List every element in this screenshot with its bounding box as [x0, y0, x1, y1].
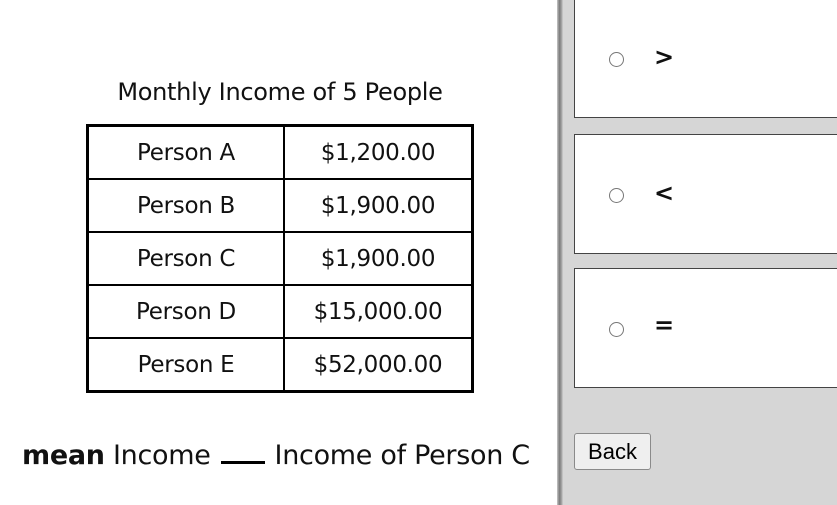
person-name: Person D [86, 284, 285, 339]
radio-button[interactable] [609, 188, 624, 203]
income-value: $52,000.00 [283, 337, 474, 393]
comparison-prompt: mean Income Income of Person C [22, 440, 530, 471]
table-row: Person E $52,000.00 [86, 337, 474, 393]
table-row: Person A $1,200.00 [86, 124, 474, 180]
option-symbol: > [654, 43, 675, 71]
answer-pane: > < = Back [563, 0, 837, 505]
person-name: Person C [86, 231, 285, 286]
table-row: Person B $1,900.00 [86, 178, 474, 233]
income-value: $1,200.00 [283, 124, 474, 180]
answer-option-less[interactable]: < [574, 134, 837, 254]
back-button[interactable]: Back [574, 433, 651, 470]
person-name: Person B [86, 178, 285, 233]
prompt-bold-word: mean [22, 440, 105, 471]
prompt-right-text: Income of Person C [274, 440, 531, 471]
income-table: Person A $1,200.00 Person B $1,900.00 Pe… [86, 124, 474, 393]
option-symbol: = [654, 311, 675, 339]
income-value: $15,000.00 [283, 284, 474, 339]
table-title: Monthly Income of 5 People [117, 78, 443, 106]
person-name: Person E [86, 337, 285, 393]
income-value: $1,900.00 [283, 178, 474, 233]
option-symbol: < [654, 179, 675, 207]
question-pane: Monthly Income of 5 People Person A $1,2… [0, 0, 557, 505]
table-row: Person C $1,900.00 [86, 231, 474, 286]
radio-button[interactable] [609, 52, 624, 67]
answer-blank [220, 460, 265, 464]
radio-button[interactable] [609, 322, 624, 337]
table-row: Person D $15,000.00 [86, 284, 474, 339]
answer-option-equal[interactable]: = [574, 268, 837, 388]
income-value: $1,900.00 [283, 231, 474, 286]
prompt-left-text: Income [112, 440, 211, 471]
person-name: Person A [86, 124, 285, 180]
answer-option-greater[interactable]: > [574, 0, 837, 118]
